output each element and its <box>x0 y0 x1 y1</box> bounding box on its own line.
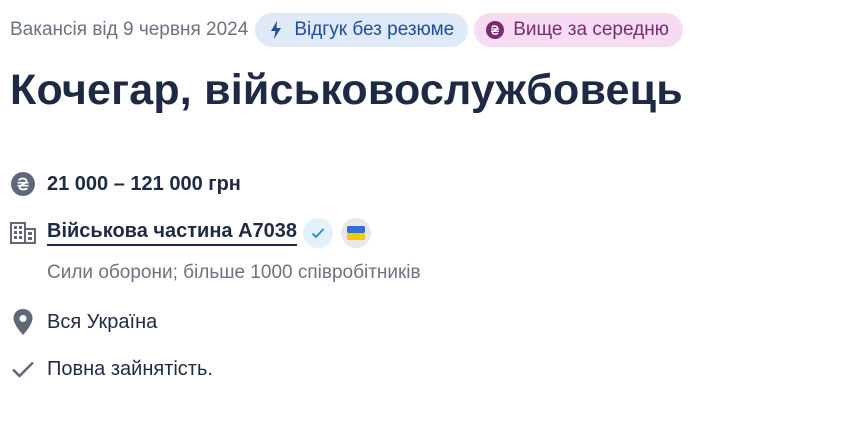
badge-above-average-label: Вище за середню <box>513 18 669 40</box>
badge-no-resume-label: Відгук без резюме <box>294 18 455 40</box>
ukraine-flag-icon[interactable] <box>341 218 372 248</box>
salary-row: 21 000 – 121 000 грн <box>10 171 241 197</box>
badge-above-average: Вище за середню <box>474 12 683 47</box>
badge-no-resume: Відгук без резюме <box>255 12 469 47</box>
vacancy-date: Вакансія від 9 червня 2024 <box>10 18 249 40</box>
map-pin-icon <box>10 309 36 335</box>
hryvnia-icon <box>486 20 505 39</box>
company-description: Сили оборони; більше 1000 співробітників <box>47 262 421 283</box>
check-icon <box>10 356 36 382</box>
meta-row: Вакансія від 9 червня 2024 Відгук без ре… <box>10 12 689 47</box>
location-text: Вся Україна <box>47 310 158 333</box>
page-title: Кочегар, військовослужбовець <box>10 66 683 114</box>
company-row: Військова частина А7038 <box>10 218 372 248</box>
lightning-icon <box>267 20 285 39</box>
salary-range: 21 000 – 121 000 грн <box>47 172 241 195</box>
hryvnia-circle-icon <box>10 171 36 197</box>
check-verified-icon[interactable] <box>303 218 334 248</box>
employment-type: Повна зайнятість. <box>47 357 213 380</box>
job-vacancy-header: Вакансія від 9 червня 2024 Відгук без ре… <box>0 0 845 422</box>
employment-row: Повна зайнятість. <box>10 356 213 382</box>
company-link[interactable]: Військова частина А7038 <box>47 220 298 246</box>
building-icon <box>10 220 36 246</box>
location-row: Вся Україна <box>10 309 157 335</box>
